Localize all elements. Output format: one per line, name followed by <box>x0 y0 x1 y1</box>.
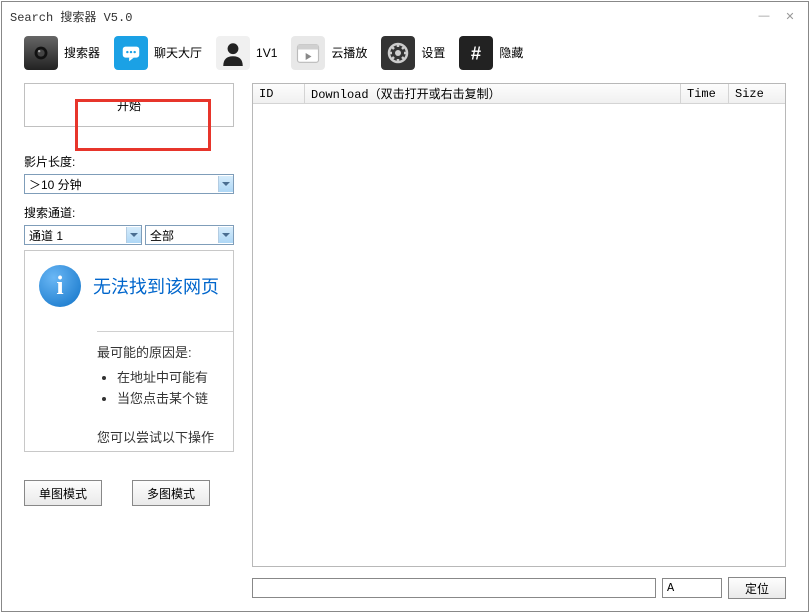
length-select[interactable]: ＞10 分钟 <box>24 174 234 194</box>
search-input[interactable] <box>252 578 656 598</box>
table-header: ID Download（双击打开或右击复制） Time Size <box>253 84 785 104</box>
chevron-down-icon <box>218 227 233 243</box>
toolbar-settings[interactable]: 设置 <box>381 34 459 72</box>
toolbar-cloud[interactable]: 云播放 <box>291 34 381 72</box>
hash-icon: # <box>459 36 493 70</box>
length-select-value: ＞10 分钟 <box>29 176 82 193</box>
toolbar-chat-label: 聊天大厅 <box>154 44 202 61</box>
letter-input[interactable]: A <box>662 578 722 598</box>
multi-mode-label: 多图模式 <box>147 485 195 502</box>
close-button[interactable]: ✕ <box>780 8 800 24</box>
info-bullet: 当您点击某个链 <box>117 388 233 407</box>
camera-icon <box>24 36 58 70</box>
th-download[interactable]: Download（双击打开或右击复制） <box>305 84 681 104</box>
person-icon <box>216 36 250 70</box>
info-reason-list: 在地址中可能有 当您点击某个链 <box>117 367 233 407</box>
start-button[interactable]: 开始 <box>24 83 234 127</box>
titlebar: Search 搜索器 V5.0 — ✕ <box>2 2 808 30</box>
length-label: 影片长度: <box>24 153 234 170</box>
main-toolbar: 搜索器 聊天大厅 1V1 云播放 设置 <box>2 30 808 75</box>
th-time[interactable]: Time <box>681 84 729 104</box>
toolbar-search-label: 搜索器 <box>64 44 100 61</box>
multi-image-mode-button[interactable]: 多图模式 <box>132 480 210 506</box>
channel-all-value: 全部 <box>150 227 174 244</box>
gear-icon <box>381 36 415 70</box>
toolbar-hide-label: 隐藏 <box>499 44 523 61</box>
info-try-text: 您可以尝试以下操作 <box>97 427 233 446</box>
locate-button[interactable]: 定位 <box>728 577 786 599</box>
toolbar-cloud-label: 云播放 <box>331 44 367 61</box>
toolbar-chat[interactable]: 聊天大厅 <box>114 34 216 72</box>
chevron-down-icon <box>218 176 233 192</box>
info-panel: i 无法找到该网页 最可能的原因是: 在地址中可能有 当您点击某个链 您可以尝试… <box>24 250 234 452</box>
channel-label: 搜索通道: <box>24 204 234 221</box>
locate-button-label: 定位 <box>745 580 769 597</box>
chat-icon <box>114 36 148 70</box>
toolbar-1v1-label: 1V1 <box>256 46 277 60</box>
th-size[interactable]: Size <box>729 84 785 104</box>
start-button-label: 开始 <box>117 97 141 114</box>
toolbar-search[interactable]: 搜索器 <box>24 34 114 72</box>
toolbar-settings-label: 设置 <box>421 44 445 61</box>
single-mode-label: 单图模式 <box>39 485 87 502</box>
results-table[interactable]: ID Download（双击打开或右击复制） Time Size <box>252 83 786 567</box>
toolbar-hide[interactable]: # 隐藏 <box>459 34 537 72</box>
letter-input-value: A <box>667 581 674 595</box>
info-icon: i <box>39 265 81 307</box>
info-title: 无法找到该网页 <box>93 273 219 299</box>
channel-select[interactable]: 通道 1 <box>24 225 142 245</box>
single-image-mode-button[interactable]: 单图模式 <box>24 480 102 506</box>
minimize-button[interactable]: — <box>754 8 774 24</box>
cloud-icon <box>291 36 325 70</box>
window-title: Search 搜索器 V5.0 <box>10 8 754 25</box>
info-bullet: 在地址中可能有 <box>117 367 233 386</box>
svg-text:#: # <box>471 42 481 63</box>
channel-select-value: 通道 1 <box>29 227 63 244</box>
th-id[interactable]: ID <box>253 84 305 104</box>
chevron-down-icon <box>126 227 141 243</box>
toolbar-1v1[interactable]: 1V1 <box>216 34 291 72</box>
channel-all-select[interactable]: 全部 <box>145 225 234 245</box>
info-reason-heading: 最可能的原因是: <box>97 342 233 361</box>
